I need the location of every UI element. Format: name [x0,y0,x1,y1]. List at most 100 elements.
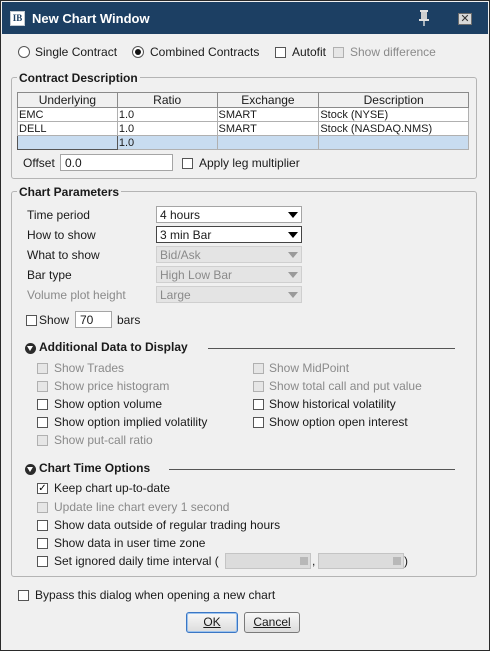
collapse-icon[interactable] [25,343,36,354]
column-header-exchange[interactable]: Exchange [216,92,320,108]
what-to-show-label: What to show [27,248,100,262]
bar-type-label: Bar type [27,268,72,282]
show-put-call-ratio-checkbox[interactable] [37,435,48,446]
chevron-down-icon [288,252,298,258]
cell-exchange[interactable]: SMART [216,121,320,136]
how-to-show-value: 3 min Bar [160,228,212,242]
chevron-down-icon [288,272,298,278]
show-option-volume-checkbox[interactable] [37,399,48,410]
set-ignored-interval-checkbox[interactable] [37,556,48,567]
section-divider [169,469,455,470]
show-total-call-put-label: Show total call and put value [269,379,422,393]
show-outside-rth-checkbox[interactable] [37,520,48,531]
show-trades-checkbox[interactable] [37,363,48,374]
how-to-show-select[interactable]: 3 min Bar [156,226,302,243]
time-period-label: Time period [27,208,90,222]
volume-plot-height-value: Large [160,288,191,302]
show-option-implied-volatility-checkbox[interactable] [37,417,48,428]
cell-ratio[interactable]: 1.0 [116,107,218,122]
bars-label: bars [117,313,141,327]
cell-ratio[interactable]: 1.0 [116,121,218,136]
volume-plot-height-label: Volume plot height [27,288,126,302]
cell-description[interactable]: Stock (NASDAQ.NMS) [318,121,469,136]
show-option-open-interest-checkbox[interactable] [253,417,264,428]
volume-plot-height-select[interactable]: Large [156,286,302,303]
ib-logo-icon: IB [10,11,25,26]
ignored-interval-start-field[interactable] [225,553,311,569]
bar-type-value: High Low Bar [160,268,233,282]
show-price-histogram-label: Show price histogram [54,379,170,393]
show-total-call-put-checkbox[interactable] [253,381,264,392]
keep-chart-up-to-date-checkbox[interactable]: ✓ [37,483,48,494]
cell-underlying[interactable]: DELL [17,121,118,136]
collapse-icon[interactable] [25,464,36,475]
new-chart-window: IB New Chart Window ✕ Single Contract Co… [0,0,490,651]
close-icon[interactable]: ✕ [458,13,472,25]
ignored-interval-end-field[interactable] [318,553,404,569]
cell-exchange[interactable]: SMART [216,107,320,122]
cell-underlying-input[interactable] [17,135,118,150]
set-ignored-interval-label: Set ignored daily time interval ( [54,554,219,568]
chart-parameters-title: Chart Parameters [17,185,122,199]
contract-table: Underlying Ratio Exchange Description EM… [17,92,469,150]
cell-description[interactable] [318,135,469,150]
column-header-ratio[interactable]: Ratio [116,92,218,108]
show-difference-checkbox[interactable] [333,47,344,58]
cell-underlying[interactable]: EMC [17,107,118,122]
update-line-chart-checkbox[interactable] [37,502,48,513]
show-option-open-interest-label: Show option open interest [269,415,408,429]
show-user-time-zone-checkbox[interactable] [37,538,48,549]
bypass-dialog-checkbox[interactable] [18,590,29,601]
chevron-down-icon [288,232,298,238]
cancel-button-label: Cancel [253,615,291,629]
time-period-select[interactable]: 4 hours [156,206,302,223]
cell-description[interactable]: Stock (NYSE) [318,107,469,122]
update-line-chart-label: Update line chart every 1 second [54,500,230,514]
spinner-icon [300,557,308,565]
show-midpoint-label: Show MidPoint [269,361,350,375]
single-contract-label: Single Contract [35,45,118,59]
cell-ratio[interactable]: 1.0 [116,135,218,150]
show-user-time-zone-label: Show data in user time zone [54,536,206,550]
show-option-implied-volatility-label: Show option implied volatility [54,415,208,429]
apply-leg-multiplier-checkbox[interactable] [182,158,193,169]
table-row[interactable]: DELL 1.0 SMART Stock (NASDAQ.NMS) [17,121,469,136]
show-trades-label: Show Trades [54,361,125,375]
combined-contracts-radio[interactable] [132,46,144,58]
chart-time-options-title: Chart Time Options [39,461,151,475]
offset-input[interactable]: 0.0 [60,154,173,171]
show-midpoint-checkbox[interactable] [253,363,264,374]
single-contract-radio[interactable] [18,46,30,58]
chevron-down-icon [288,212,298,218]
pin-icon[interactable] [417,9,431,27]
show-label: Show [39,313,70,327]
title-bar[interactable]: IB New Chart Window ✕ [2,2,488,34]
show-bars-checkbox[interactable] [26,315,37,326]
autofit-label: Autofit [292,45,327,59]
table-row[interactable]: EMC 1.0 SMART Stock (NYSE) [17,107,469,122]
column-header-description[interactable]: Description [318,92,469,108]
section-divider [208,348,455,349]
table-row[interactable]: 1.0 [17,135,469,150]
bar-type-select[interactable]: High Low Bar [156,266,302,283]
how-to-show-label: How to show [27,228,96,242]
cell-exchange[interactable] [216,135,320,150]
what-to-show-value: Bid/Ask [160,248,201,262]
apply-leg-multiplier-label: Apply leg multiplier [199,156,300,170]
time-period-value: 4 hours [160,208,201,222]
autofit-checkbox[interactable] [275,47,286,58]
bars-count-input[interactable]: 70 [75,311,112,328]
show-option-volume-label: Show option volume [54,397,163,411]
cancel-button[interactable]: Cancel [244,612,300,633]
ok-button[interactable]: OK [186,612,238,633]
column-header-underlying[interactable]: Underlying [17,92,118,108]
additional-data-title: Additional Data to Display [39,340,188,354]
offset-label: Offset [23,156,55,170]
what-to-show-select[interactable]: Bid/Ask [156,246,302,263]
show-price-histogram-checkbox[interactable] [37,381,48,392]
ok-button-label: OK [203,615,221,629]
combined-contracts-label: Combined Contracts [150,45,260,59]
show-historical-volatility-checkbox[interactable] [253,399,264,410]
show-put-call-ratio-label: Show put-call ratio [54,433,153,447]
bypass-dialog-label: Bypass this dialog when opening a new ch… [35,588,276,602]
